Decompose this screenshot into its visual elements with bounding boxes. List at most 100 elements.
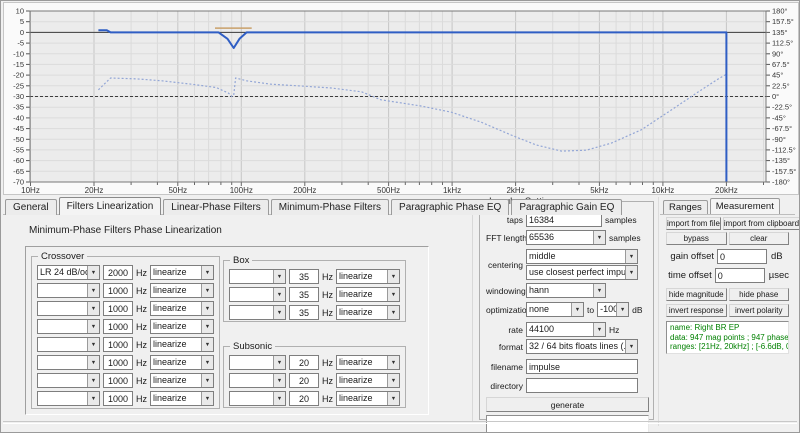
filter-type-select[interactable]: ▼ (37, 355, 100, 370)
linearize-mode-select[interactable]: linearize ▼ (336, 269, 400, 284)
directory-input[interactable] (526, 378, 638, 393)
frequency-input[interactable] (103, 391, 133, 406)
import-from-file-button[interactable]: import from file (666, 217, 721, 230)
chevron-down-icon[interactable]: ▼ (593, 231, 605, 244)
frequency-input[interactable] (289, 269, 319, 284)
linearize-mode-select[interactable]: linearize ▼ (336, 305, 400, 320)
linearize-mode-select[interactable]: linearize ▼ (150, 265, 214, 280)
chevron-down-icon[interactable]: ▼ (625, 266, 637, 279)
frequency-input[interactable] (103, 337, 133, 352)
chevron-down-icon[interactable]: ▼ (87, 374, 99, 387)
filter-type-select[interactable]: ▼ (229, 305, 286, 320)
filter-type-select[interactable]: LR 24 dB/oct ▼ (37, 265, 100, 280)
bypass-button[interactable]: bypass (666, 232, 727, 245)
tab-minimum-phase-filters[interactable]: Minimum-Phase Filters (271, 199, 389, 215)
fft-length-select[interactable]: 65536 ▼ (526, 230, 606, 245)
frequency-input[interactable] (103, 373, 133, 388)
chevron-down-icon[interactable]: ▼ (387, 270, 399, 283)
filter-type-select[interactable]: ▼ (37, 283, 100, 298)
chevron-down-icon[interactable]: ▼ (616, 303, 628, 316)
tab-linear-phase-filters[interactable]: Linear-Phase Filters (163, 199, 268, 215)
optimization-select[interactable]: none ▼ (526, 302, 584, 317)
chevron-down-icon[interactable]: ▼ (387, 306, 399, 319)
chevron-down-icon[interactable]: ▼ (201, 320, 213, 333)
chevron-down-icon[interactable]: ▼ (201, 266, 213, 279)
clear-button[interactable]: clear (729, 232, 790, 245)
frequency-input[interactable] (289, 305, 319, 320)
chevron-down-icon[interactable]: ▼ (87, 266, 99, 279)
chevron-down-icon[interactable]: ▼ (273, 288, 285, 301)
hide-phase-button[interactable]: hide phase (729, 288, 790, 301)
filter-type-select[interactable]: ▼ (229, 269, 286, 284)
rate-select[interactable]: 44100 ▼ (526, 322, 606, 337)
invert-polarity-button[interactable]: invert polarity (729, 304, 790, 317)
generate-button[interactable]: generate (486, 397, 649, 412)
centering-select[interactable]: middle ▼ (526, 249, 638, 264)
chevron-down-icon[interactable]: ▼ (87, 302, 99, 315)
filter-type-select[interactable]: ▼ (37, 337, 100, 352)
frequency-input[interactable] (103, 319, 133, 334)
frequency-input[interactable] (103, 265, 133, 280)
tab-measurement[interactable]: Measurement (710, 198, 780, 214)
chevron-down-icon[interactable]: ▼ (625, 250, 637, 263)
linearize-mode-select[interactable]: linearize ▼ (150, 319, 214, 334)
frequency-input[interactable] (103, 355, 133, 370)
chevron-down-icon[interactable]: ▼ (625, 340, 637, 353)
frequency-input[interactable] (289, 355, 319, 370)
chevron-down-icon[interactable]: ▼ (387, 392, 399, 405)
chevron-down-icon[interactable]: ▼ (87, 356, 99, 369)
windowing-select[interactable]: hann ▼ (526, 283, 606, 298)
chevron-down-icon[interactable]: ▼ (571, 303, 583, 316)
tab-paragraphic-phase-eq[interactable]: Paragraphic Phase EQ (391, 199, 509, 215)
hide-magnitude-button[interactable]: hide magnitude (666, 288, 727, 301)
filter-type-select[interactable]: ▼ (229, 373, 286, 388)
chevron-down-icon[interactable]: ▼ (593, 323, 605, 336)
tab-general[interactable]: General (5, 199, 57, 215)
chevron-down-icon[interactable]: ▼ (201, 374, 213, 387)
chevron-down-icon[interactable]: ▼ (387, 356, 399, 369)
chevron-down-icon[interactable]: ▼ (273, 392, 285, 405)
filename-input[interactable] (526, 359, 638, 374)
filter-type-select[interactable]: ▼ (229, 355, 286, 370)
chevron-down-icon[interactable]: ▼ (87, 284, 99, 297)
tab-filters-linearization[interactable]: Filters Linearization (59, 197, 162, 215)
filter-type-select[interactable]: ▼ (37, 391, 100, 406)
linearize-mode-select[interactable]: linearize ▼ (336, 391, 400, 406)
chevron-down-icon[interactable]: ▼ (87, 392, 99, 405)
chevron-down-icon[interactable]: ▼ (273, 306, 285, 319)
tab-ranges[interactable]: Ranges (663, 200, 708, 214)
frequency-input[interactable] (289, 391, 319, 406)
linearize-mode-select[interactable]: linearize ▼ (150, 373, 214, 388)
linearize-mode-select[interactable]: linearize ▼ (336, 373, 400, 388)
tab-paragraphic-gain-eq[interactable]: Paragraphic Gain EQ (511, 199, 622, 215)
chevron-down-icon[interactable]: ▼ (87, 320, 99, 333)
gain-offset-input[interactable] (717, 249, 767, 264)
frequency-input[interactable] (103, 301, 133, 316)
chevron-down-icon[interactable]: ▼ (201, 302, 213, 315)
frequency-input[interactable] (289, 287, 319, 302)
filter-type-select[interactable]: ▼ (37, 301, 100, 316)
frequency-input[interactable] (103, 283, 133, 298)
chevron-down-icon[interactable]: ▼ (387, 374, 399, 387)
linearize-mode-select[interactable]: linearize ▼ (150, 283, 214, 298)
chevron-down-icon[interactable]: ▼ (201, 284, 213, 297)
frequency-input[interactable] (289, 373, 319, 388)
filter-type-select[interactable]: ▼ (229, 391, 286, 406)
chevron-down-icon[interactable]: ▼ (273, 270, 285, 283)
filter-type-select[interactable]: ▼ (37, 319, 100, 334)
optimization-db-select[interactable]: -100 ▼ (597, 302, 629, 317)
chevron-down-icon[interactable]: ▼ (273, 374, 285, 387)
invert-response-button[interactable]: invert response (666, 304, 727, 317)
chevron-down-icon[interactable]: ▼ (201, 356, 213, 369)
format-select[interactable]: 32 / 64 bits floats lines (.txt) ▼ (526, 339, 638, 354)
chevron-down-icon[interactable]: ▼ (87, 338, 99, 351)
chevron-down-icon[interactable]: ▼ (201, 392, 213, 405)
centering-mode-select[interactable]: use closest perfect impulse ▼ (526, 265, 638, 280)
linearize-mode-select[interactable]: linearize ▼ (150, 301, 214, 316)
filter-type-select[interactable]: ▼ (37, 373, 100, 388)
linearize-mode-select[interactable]: linearize ▼ (150, 337, 214, 352)
time-offset-input[interactable] (715, 268, 765, 283)
chevron-down-icon[interactable]: ▼ (273, 356, 285, 369)
chevron-down-icon[interactable]: ▼ (201, 338, 213, 351)
linearize-mode-select[interactable]: linearize ▼ (336, 355, 400, 370)
